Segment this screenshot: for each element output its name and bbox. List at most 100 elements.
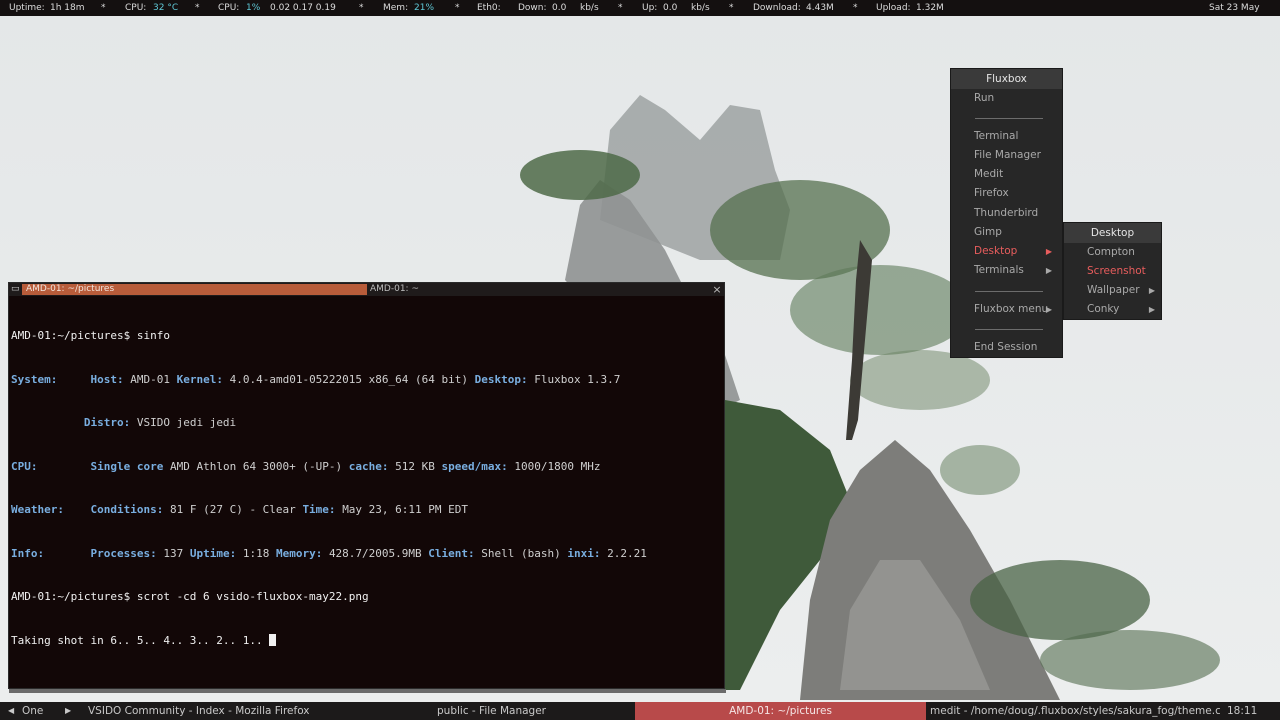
terminal-line: AMD-01:~/pictures$ sinfo (11, 329, 170, 342)
cpu-temp-label: CPU: (125, 3, 147, 13)
upload-label: Upload: (876, 3, 911, 13)
separator: * (359, 3, 364, 13)
download-label: Download: (753, 3, 801, 13)
term-value: 512 KB (395, 459, 435, 473)
menu-item-terminals[interactable]: Terminals ▶ (974, 261, 1060, 280)
download-value: 4.43M (806, 3, 834, 13)
term-value: 2.2.21 (607, 546, 647, 560)
up-label: Up: (642, 3, 658, 13)
separator: * (729, 3, 734, 13)
cpu-load: 0.02 0.17 0.19 (270, 3, 336, 13)
workspace-prev-icon[interactable]: ◀ (8, 702, 18, 720)
cpu-percent: 1% (246, 3, 261, 13)
terminal-titlebar[interactable]: ▭ AMD-01: ~/pictures AMD-01: ~ × (9, 283, 724, 296)
cpu-label: CPU: (218, 3, 240, 13)
term-value: 137 (163, 546, 184, 560)
separator: * (101, 3, 106, 13)
down-unit: kb/s (580, 3, 599, 13)
countdown-text: Taking shot in 6.. 5.. 4.. 3.. 2.. 1.. (11, 633, 270, 647)
menu-item-medit[interactable]: Medit (974, 165, 1060, 184)
menu-item-terminal[interactable]: Terminal (974, 127, 1060, 146)
term-value: Shell (bash) (481, 546, 561, 560)
submenu-item-conky[interactable]: Conky ▶ (1087, 300, 1161, 319)
down-value: 0.0 (552, 3, 567, 13)
taskbar-item-terminal[interactable]: AMD-01: ~/pictures (635, 702, 926, 720)
menu-item-label: Terminals (974, 264, 1024, 276)
taskbar-item-medit[interactable]: medit - /home/doug/.fluxbox/styles/sakur… (930, 702, 1220, 720)
term-key: Memory: (275, 546, 323, 560)
terminal-line: Info: Processes: 137 Uptime: 1:18 Memory… (11, 547, 722, 562)
menu-item-label: Wallpaper (1087, 284, 1140, 296)
menu-item-gimp[interactable]: Gimp (974, 223, 1060, 242)
menu-separator (975, 329, 1043, 330)
up-value: 0.0 (663, 3, 678, 13)
menu-item-fluxbox-menu[interactable]: Fluxbox menu ▶ (974, 300, 1060, 319)
terminal-line: Weather: Conditions: 81 F (27 C) - Clear… (11, 503, 722, 518)
term-key: Host: (90, 372, 124, 386)
menu-item-label: Desktop (974, 245, 1018, 257)
term-value: 4.0.4-amd01-05222015 x86_64 (64 bit) (229, 372, 469, 386)
term-key: inxi: (567, 546, 601, 560)
down-label: Down: (518, 3, 547, 13)
cpu-temp-value: 32 °C (153, 3, 179, 13)
uptime-value: 1h 18m (50, 3, 85, 13)
term-value: 1000/1800 MHz (514, 459, 601, 473)
terminal-bottom-border[interactable] (9, 689, 726, 693)
menu-item-end-session[interactable]: End Session (974, 338, 1060, 357)
submenu-item-screenshot[interactable]: Screenshot (1087, 262, 1161, 281)
term-key: Desktop: (474, 372, 528, 386)
term-value: 81 F (27 C) - Clear (169, 503, 296, 516)
separator: * (195, 3, 200, 13)
taskbar-item-firefox[interactable]: VSIDO Community - Index - Mozilla Firefo… (88, 702, 338, 720)
terminal-tab-active[interactable]: AMD-01: ~/pictures (22, 284, 367, 295)
workspace-next-icon[interactable]: ▶ (65, 702, 75, 720)
submenu-arrow-icon: ▶ (1045, 266, 1052, 275)
submenu-arrow-icon: ▶ (1148, 286, 1155, 295)
uptime-label: Uptime: (9, 3, 45, 13)
taskbar-item-file-manager[interactable]: public - File Manager (437, 702, 587, 720)
term-key: Distro: (83, 416, 131, 429)
submenu-arrow-icon: ▶ (1148, 305, 1155, 314)
submenu-title: Desktop (1064, 223, 1161, 243)
terminal-line: AMD-01:~/pictures$ scrot -cd 6 vsido-flu… (11, 590, 369, 603)
up-unit: kb/s (691, 3, 710, 13)
menu-item-thunderbird[interactable]: Thunderbird (974, 204, 1060, 223)
date-display: Sat 23 May (1209, 3, 1260, 13)
terminal-output[interactable]: AMD-01:~/pictures$ sinfo System: Host: A… (11, 300, 722, 686)
close-icon[interactable]: × (711, 283, 723, 296)
term-value: VSIDO jedi jedi (136, 416, 237, 429)
term-key: Kernel: (176, 372, 223, 386)
terminal-line: CPU: Single core AMD Athlon 64 3000+ (-U… (11, 460, 722, 475)
upload-value: 1.32M (916, 3, 944, 13)
term-value: Fluxbox 1.3.7 (534, 372, 621, 386)
term-key: Processes: (90, 546, 157, 560)
text-cursor (269, 633, 277, 646)
menu-item-desktop[interactable]: Desktop ▶ (974, 242, 1060, 261)
menu-item-firefox[interactable]: Firefox (974, 184, 1060, 203)
menu-title: Fluxbox (951, 69, 1062, 89)
term-key: System: (11, 372, 58, 386)
desktop-submenu[interactable]: Desktop Compton Screenshot Wallpaper ▶ C… (1063, 222, 1162, 320)
term-value: May 23, 6:11 PM EDT (342, 503, 469, 516)
menu-item-file-manager[interactable]: File Manager (974, 146, 1060, 165)
workspace-name[interactable]: One (22, 702, 62, 720)
minimize-icon[interactable]: ▭ (11, 284, 20, 295)
term-key: Weather: (11, 503, 64, 516)
term-key: speed/max: (441, 459, 508, 473)
eth-label: Eth0: (477, 3, 501, 13)
conky-status-bar: Uptime: 1h 18m * CPU: 32 °C * CPU: 1% 0.… (0, 0, 1280, 16)
menu-item-run[interactable]: Run (974, 89, 1060, 108)
toolbar-clock: 18:11 (1227, 705, 1258, 717)
submenu-item-compton[interactable]: Compton (1087, 243, 1161, 262)
term-key: Single core (90, 459, 164, 473)
fluxbox-root-menu[interactable]: Fluxbox Run Terminal File Manager Medit … (950, 68, 1063, 358)
fluxbox-toolbar: ◀ One ▶ VSIDO Community - Index - Mozill… (0, 702, 1280, 720)
terminal-window[interactable]: ▭ AMD-01: ~/pictures AMD-01: ~ × AMD-01:… (8, 282, 726, 693)
term-key: Time: (302, 503, 336, 516)
submenu-item-wallpaper[interactable]: Wallpaper ▶ (1087, 281, 1161, 300)
term-key: Info: (11, 546, 45, 560)
term-value: 1:18 (242, 546, 270, 560)
term-key: cache: (348, 459, 389, 473)
terminal-tab-inactive[interactable]: AMD-01: ~ (370, 284, 710, 295)
menu-item-label: Fluxbox menu (974, 303, 1049, 315)
